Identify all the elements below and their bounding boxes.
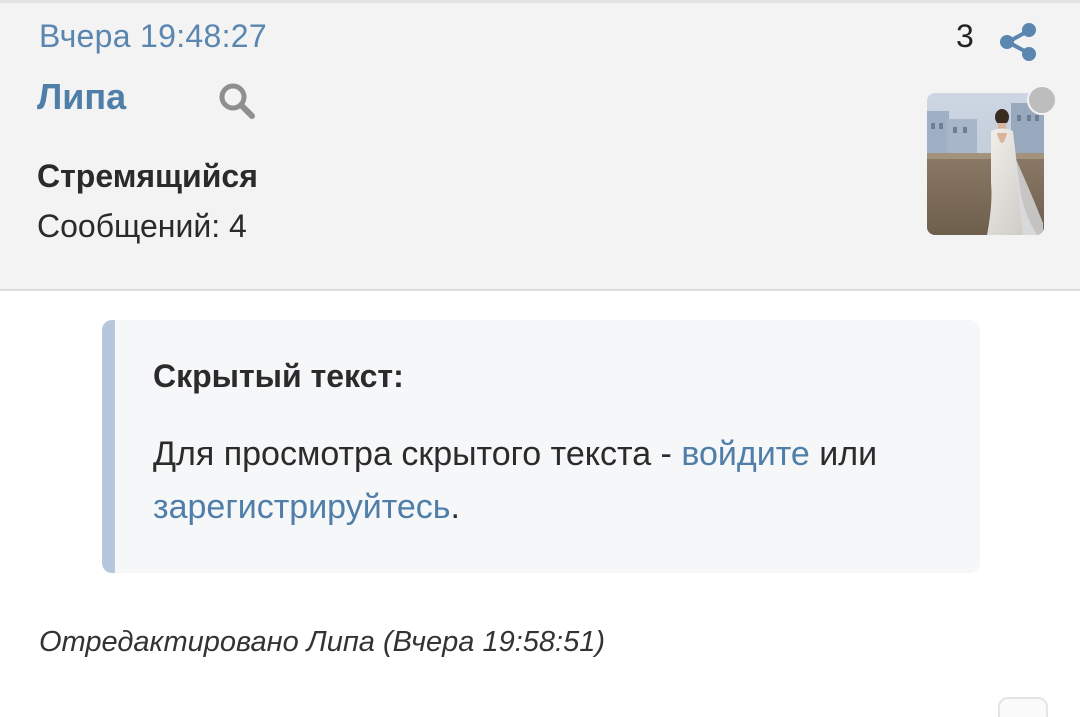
author-name-link[interactable]: Липа: [37, 76, 126, 118]
register-link[interactable]: зарегистрируйтесь: [153, 488, 451, 526]
online-status-indicator: [1027, 85, 1057, 115]
message-count: Сообщений: 4: [37, 208, 247, 244]
hidden-text-block: Скрытый текст: Для просмотра скрытого те…: [102, 320, 980, 573]
edited-note: Отредактировано Липа (Вчера 19:58:51): [39, 626, 605, 658]
hidden-text-message: Для просмотра скрытого текста - войдите …: [153, 428, 953, 534]
post-timestamp[interactable]: Вчера 19:48:27: [39, 18, 267, 55]
search-icon[interactable]: [216, 80, 256, 120]
hidden-text-title: Скрытый текст:: [153, 358, 404, 394]
hidden-text-or: или: [809, 435, 878, 473]
user-rank: Стремящийся: [37, 158, 258, 194]
post-action-button[interactable]: [998, 697, 1048, 717]
forum-post: Вчера 19:48:27 3 Липа Стремящийся Сообще…: [0, 0, 1080, 717]
login-link[interactable]: войдите: [681, 435, 810, 473]
hidden-text-prefix: Для просмотра скрытого текста -: [153, 435, 682, 473]
avatar[interactable]: [927, 93, 1044, 235]
post-number[interactable]: 3: [956, 18, 974, 55]
hidden-text-suffix: .: [450, 488, 460, 526]
share-icon[interactable]: [998, 22, 1038, 62]
quote-accent-bar: [102, 320, 115, 573]
